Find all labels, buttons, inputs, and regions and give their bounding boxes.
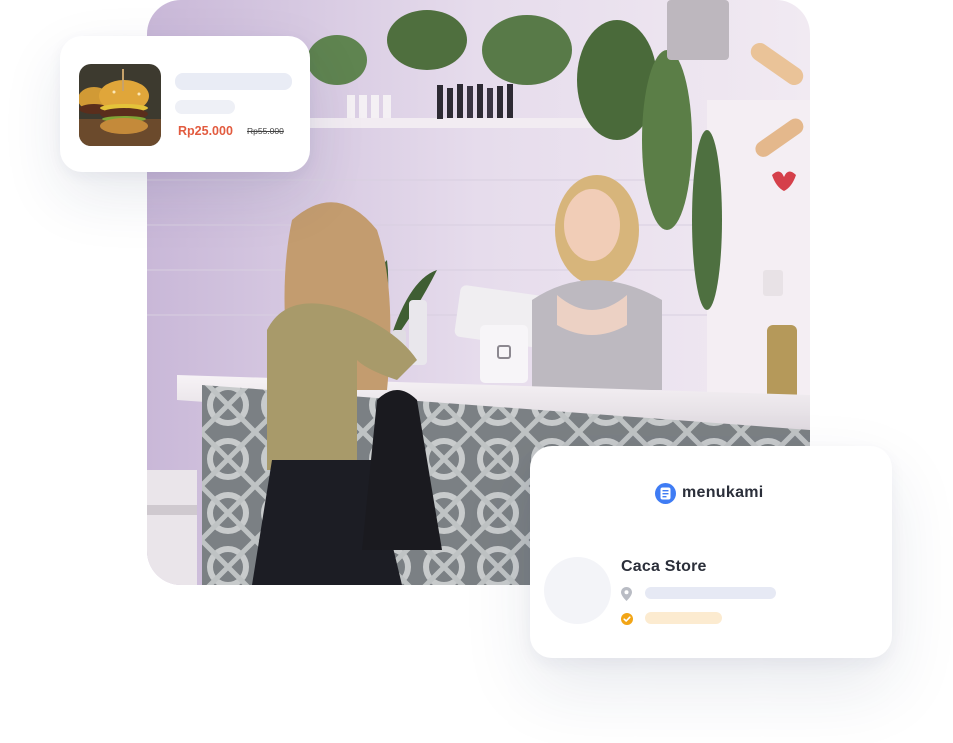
- status-skeleton: [645, 612, 722, 624]
- location-pin-icon: [621, 587, 632, 601]
- product-card[interactable]: Rp25.000 Rp55.000: [60, 36, 310, 172]
- product-old-price: Rp55.000: [247, 126, 284, 136]
- check-badge-icon: [621, 612, 633, 625]
- address-skeleton: [645, 587, 776, 599]
- store-avatar: [544, 557, 611, 624]
- burger-image: [79, 64, 161, 146]
- brand-logo: menukami: [655, 482, 764, 504]
- product-price: Rp25.000: [178, 124, 233, 138]
- subtitle-skeleton: [175, 100, 235, 114]
- store-name: Caca Store: [621, 558, 707, 575]
- title-skeleton: [175, 73, 292, 90]
- menu-book-icon: [655, 482, 676, 504]
- brand-name: menukami: [682, 484, 764, 501]
- store-card[interactable]: menukami Caca Store: [530, 446, 892, 658]
